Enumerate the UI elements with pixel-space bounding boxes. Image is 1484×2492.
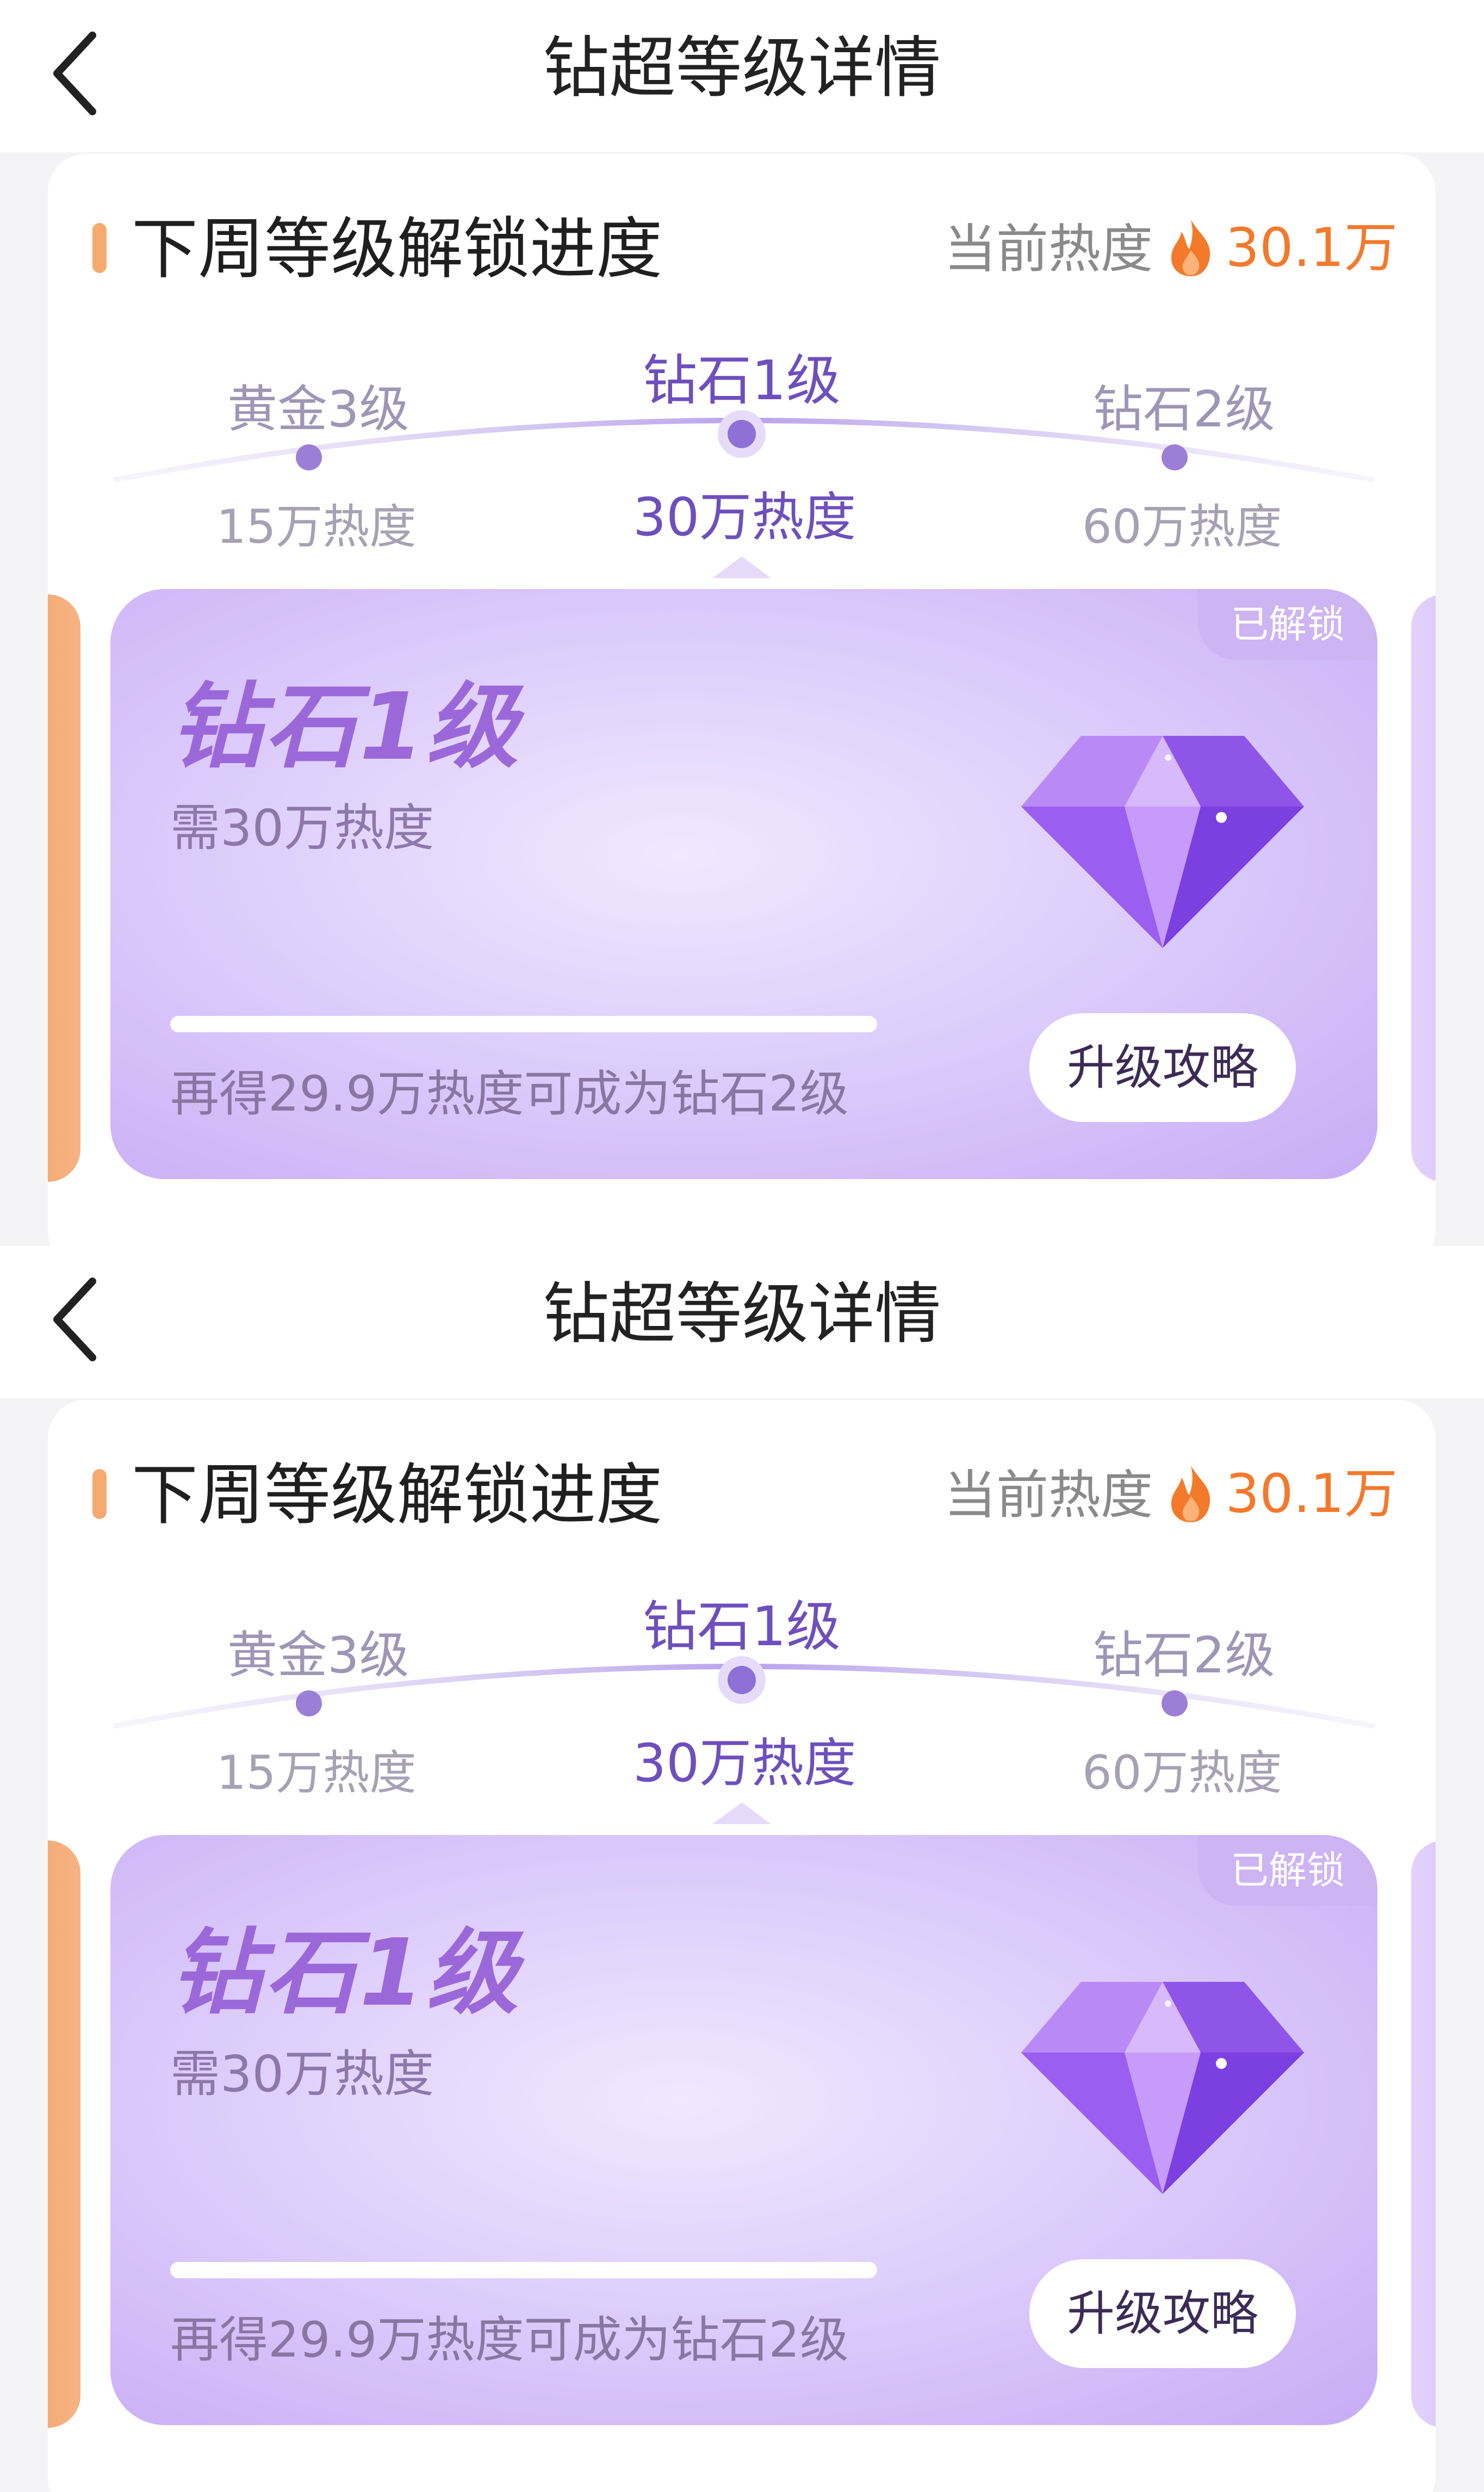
level-name-diamond1: 钻石1级 [643,1595,841,1658]
level-heat-gold3: 15万热度 [216,500,417,554]
level-heat-diamond2: 60万热度 [1082,1746,1282,1800]
unlock-progress-card: 下周等级解锁进度 当前热度 30.1万 黄金3级 15万热度 钻石1级 30万热… [48,1400,1436,2492]
level-dot-diamond1 [728,1666,756,1694]
level-name-diamond2: 钻石2级 [1093,1626,1275,1684]
tier-requirement: 需30万热度 [170,799,434,857]
screenshot-bottom: 钻超等级详情 下周等级解锁进度 当前热度 30.1万 黄金3级 15万热度 钻石… [0,1246,1484,2492]
level-dot-diamond2 [1162,444,1188,470]
level-dot-diamond1 [728,420,756,448]
level-dot-diamond2 [1162,1690,1188,1716]
upgrade-strategy-button[interactable]: 升级攻略 [1029,1013,1296,1122]
level-heat-diamond1: 30万热度 [633,487,856,548]
tier-title: 钻石1级 [170,1919,521,2027]
progress-bar [170,1016,877,1032]
level-dot-gold3 [296,1690,322,1716]
next-tier-card-peek[interactable] [1411,1840,1436,2428]
tier-title: 钻石1级 [170,673,521,781]
prev-tier-card-peek[interactable] [48,594,80,1182]
diamond-icon [1021,736,1304,948]
nav-bar: 钻超等级详情 [0,0,1484,152]
level-heat-diamond1: 30万热度 [633,1733,856,1794]
screenshot-top: 钻超等级详情 下周等级解锁进度 当前热度 30.1万 黄金3级 15万热度 钻石… [0,0,1484,1246]
next-tier-card-peek[interactable] [1411,594,1436,1182]
unlock-progress-card: 下周等级解锁进度 当前热度 30.1万 黄金3级 15万热度 钻石1级 30万热… [48,154,1436,1246]
unlocked-badge: 已解锁 [1198,1835,1377,1906]
level-heat-diamond2: 60万热度 [1082,500,1282,554]
unlocked-badge: 已解锁 [1198,589,1377,660]
prev-tier-card-peek[interactable] [48,1840,80,2428]
level-name-diamond2: 钻石2级 [1093,380,1275,438]
nav-bar: 钻超等级详情 [0,1246,1484,1398]
tier-card: 已解锁 钻石1级 需30万热度 再得29.9万热度可成为钻石2级 升级攻略 [110,589,1377,1179]
tier-card: 已解锁 钻石1级 需30万热度 再得29.9万热度可成为钻石2级 升级攻略 [110,1835,1377,2425]
progress-fill [170,1016,877,1032]
page-title: 钻超等级详情 [543,1275,941,1353]
level-heat-gold3: 15万热度 [216,1746,417,1800]
upgrade-strategy-button[interactable]: 升级攻略 [1029,2259,1296,2368]
level-name-gold3: 黄金3级 [227,380,409,438]
level-name-diamond1: 钻石1级 [643,349,841,412]
page-title: 钻超等级详情 [543,29,941,107]
tier-requirement: 需30万热度 [170,2045,434,2103]
level-name-gold3: 黄金3级 [227,1626,409,1684]
upgrade-hint: 再得29.9万热度可成为钻石2级 [170,2311,849,2369]
progress-fill [170,2262,877,2278]
level-dot-gold3 [296,444,322,470]
progress-bar [170,2262,877,2278]
upgrade-hint: 再得29.9万热度可成为钻石2级 [170,1065,849,1123]
diamond-icon [1021,1982,1304,2194]
